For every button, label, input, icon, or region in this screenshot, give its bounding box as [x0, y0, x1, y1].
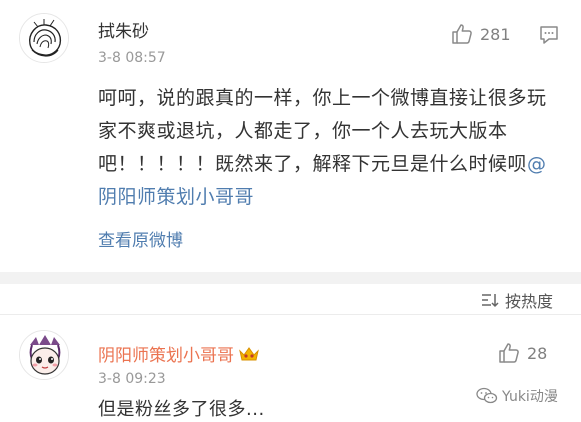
- wechat-logo-icon: [476, 387, 498, 404]
- comment-text: 呵呵，说的跟真的一样，你上一个微博直接让很多玩家不爽或退坑，人都走了，你一个人去…: [98, 87, 547, 175]
- avatar-image-icon: [20, 14, 68, 62]
- comment-card: 拭朱砂 3-8 08:57 281 呵呵，说的跟真的一样，你上一个微博直接让很多…: [0, 0, 581, 272]
- sort-label: 按热度: [504, 292, 553, 311]
- reply-username-row: 阴阳师策划小哥哥: [98, 341, 260, 368]
- comment-bubble-icon: [540, 26, 558, 44]
- avatar[interactable]: [19, 330, 69, 380]
- section-divider: [0, 272, 581, 284]
- sort-bar: 按热度: [0, 284, 581, 314]
- comment-timestamp: 3-8 08:57: [98, 50, 166, 66]
- vip-badge: [238, 345, 260, 368]
- thumbs-up-icon: [452, 24, 472, 44]
- sort-filter-icon: [481, 294, 499, 307]
- thumbs-up-icon: [499, 343, 519, 363]
- like-count: 281: [480, 24, 511, 44]
- reply-button[interactable]: [538, 24, 560, 50]
- vip-crown-badge-icon: [239, 346, 259, 360]
- comment-username[interactable]: 拭朱砂: [98, 17, 149, 42]
- avatar[interactable]: [19, 13, 69, 63]
- like-count: 28: [527, 343, 548, 363]
- sort-by-hot-button[interactable]: 按热度: [481, 288, 553, 312]
- reply-body: 但是粉丝多了很多...: [98, 399, 265, 420]
- reply-username[interactable]: 阴阳师策划小哥哥: [98, 346, 234, 366]
- like-button[interactable]: 281: [450, 22, 511, 46]
- avatar-image-icon: [20, 331, 68, 379]
- comment-body: 呵呵，说的跟真的一样，你上一个微博直接让很多玩家不爽或退坑，人都走了，你一个人去…: [98, 82, 560, 214]
- watermark: Yuki动漫: [476, 386, 558, 406]
- view-original-link[interactable]: 查看原微博: [98, 226, 183, 251]
- like-button[interactable]: 28: [497, 341, 547, 365]
- reply-timestamp: 3-8 09:23: [98, 371, 166, 387]
- watermark-label: Yuki动漫: [502, 389, 558, 405]
